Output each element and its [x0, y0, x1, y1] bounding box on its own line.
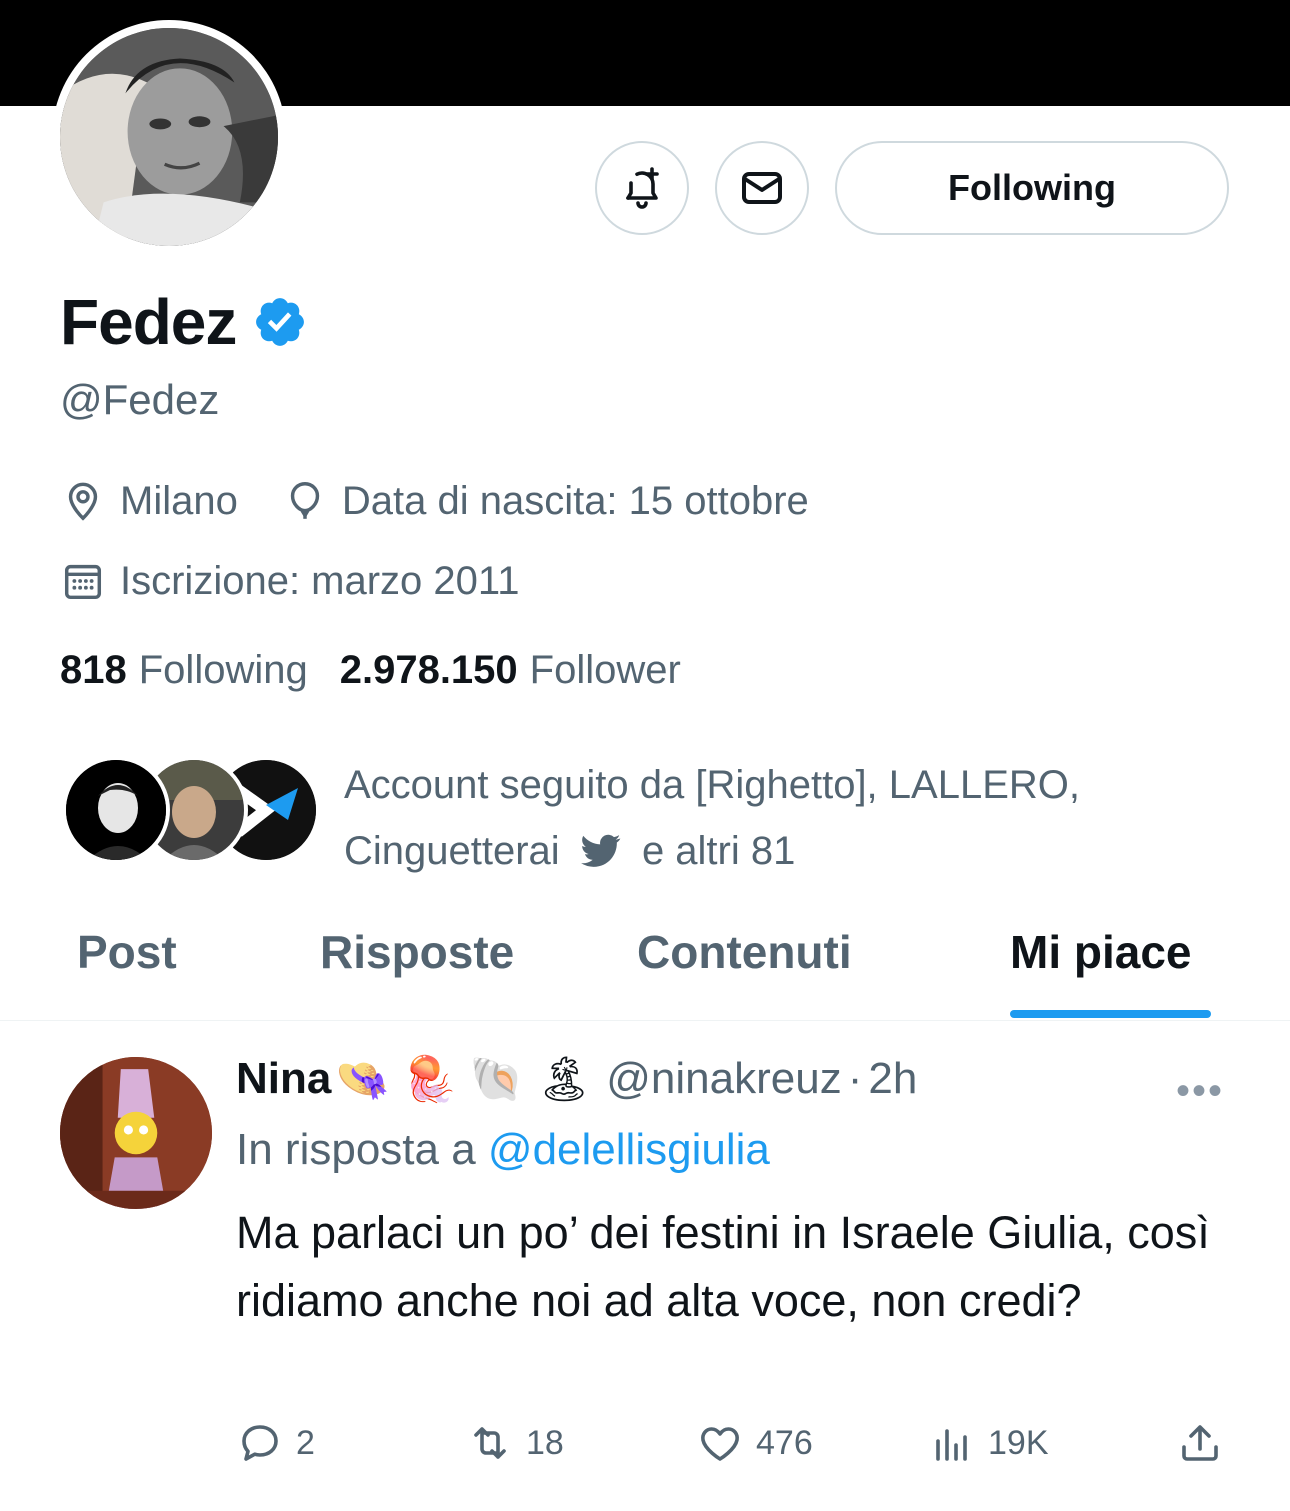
location: Milano — [60, 478, 238, 524]
tab-contenuti[interactable]: Contenuti — [637, 925, 852, 979]
profile-tabs: Post Risposte Contenuti Mi piace — [0, 905, 1290, 1021]
join-date: Iscrizione: marzo 2011 — [60, 558, 519, 604]
like-action[interactable]: 476 — [696, 1419, 813, 1467]
followers-stat[interactable]: 2.978.150 Follower — [340, 648, 681, 693]
tweet-actions: 2 18 476 19K — [236, 1419, 1236, 1475]
follower-avatar-1 — [62, 756, 170, 864]
profile-name-row: Fedez — [60, 285, 308, 359]
profile-stats: 818 Following 2.978.150 Follower — [60, 648, 713, 693]
followers-label: Follower — [529, 648, 681, 692]
envelope-icon — [742, 172, 782, 204]
tweet-timestamp[interactable]: 2h — [868, 1054, 917, 1104]
profile-name: Fedez — [60, 286, 237, 358]
retweet-action[interactable]: 18 — [466, 1419, 564, 1467]
reply-count: 2 — [296, 1423, 315, 1462]
location-text: Milano — [120, 478, 238, 523]
balloon-icon — [290, 482, 320, 519]
views-count: 19K — [988, 1423, 1049, 1462]
reply-context: In risposta a @delellisgiulia — [236, 1125, 770, 1175]
calendar-icon — [64, 564, 102, 600]
birthday-text: Data di nascita: 15 ottobre — [341, 478, 809, 523]
share-action[interactable] — [1176, 1419, 1236, 1467]
followers-you-know-text: Account seguito da [Righetto], LALLERO, … — [344, 752, 1244, 884]
reply-icon — [242, 1425, 278, 1461]
reply-mention-link[interactable]: @delellisgiulia — [488, 1125, 770, 1174]
tweet-author-name[interactable]: Nina — [236, 1054, 331, 1104]
share-icon — [1182, 1425, 1218, 1461]
separator-dot: · — [847, 1054, 863, 1103]
join-date-text: Iscrizione: marzo 2011 — [120, 558, 520, 603]
following-count: 818 — [60, 648, 127, 692]
followers-count: 2.978.150 — [339, 648, 518, 692]
bell-plus-icon — [626, 167, 659, 209]
following-label: Following — [138, 648, 308, 692]
retweet-icon — [474, 1427, 506, 1459]
like-count: 476 — [756, 1423, 813, 1462]
active-tab-indicator — [1010, 1010, 1211, 1018]
retweet-count: 18 — [526, 1423, 564, 1462]
tab-mi-piace[interactable]: Mi piace — [1010, 925, 1192, 979]
heart-icon — [701, 1427, 739, 1461]
profile-avatar[interactable] — [52, 20, 286, 254]
followers-you-know-line2: Cinguetterai e altri 81 — [344, 818, 1244, 884]
message-button[interactable] — [715, 141, 809, 235]
bird-icon — [580, 834, 621, 867]
views-action[interactable]: 19K — [928, 1419, 1049, 1467]
profile-handle: @Fedez — [60, 376, 220, 423]
profile-photo — [60, 28, 278, 246]
profile-meta-row-1: Milano Data di nascita: 15 ottobre — [60, 478, 809, 524]
following-stat[interactable]: 818 Following — [60, 648, 308, 693]
more-options-icon[interactable]: ••• — [1176, 1069, 1224, 1114]
tweet[interactable]: Nina 👒 🪼 🐚 🏝 @ninakreuz · 2h ••• In risp… — [0, 1021, 1290, 1511]
tweet-text: Ma parlaci un po’ dei festini in Israele… — [236, 1207, 1210, 1326]
others-count: e altri 81 — [641, 829, 796, 873]
location-pin-icon — [68, 482, 98, 521]
reply-action[interactable]: 2 — [236, 1419, 315, 1467]
following-button[interactable]: Following — [835, 141, 1229, 235]
views-chart-icon — [936, 1429, 967, 1461]
tab-risposte[interactable]: Risposte — [320, 925, 514, 979]
tweet-header: Nina 👒 🪼 🐚 🏝 @ninakreuz · 2h — [236, 1053, 917, 1105]
notifications-subscribe-button[interactable] — [595, 141, 689, 235]
tweet-author-avatar[interactable] — [60, 1057, 212, 1209]
verified-badge-icon[interactable] — [252, 294, 308, 350]
followers-you-know-line1: Account seguito da [Righetto], LALLERO, — [344, 763, 1080, 807]
tweet-author-handle[interactable]: @ninakreuz — [606, 1054, 841, 1104]
tab-post[interactable]: Post — [77, 925, 177, 979]
birthday: Data di nascita: 15 ottobre — [282, 478, 809, 524]
followers-you-know[interactable]: Account seguito da [Righetto], LALLERO, … — [62, 752, 1262, 873]
tweet-author-emojis: 👒 🪼 🐚 🏝 — [335, 1055, 593, 1104]
follower-name: Cinguetterai — [344, 829, 560, 873]
profile-meta-row-2: Iscrizione: marzo 2011 — [60, 558, 519, 604]
reply-prefix: In risposta a — [236, 1125, 476, 1174]
